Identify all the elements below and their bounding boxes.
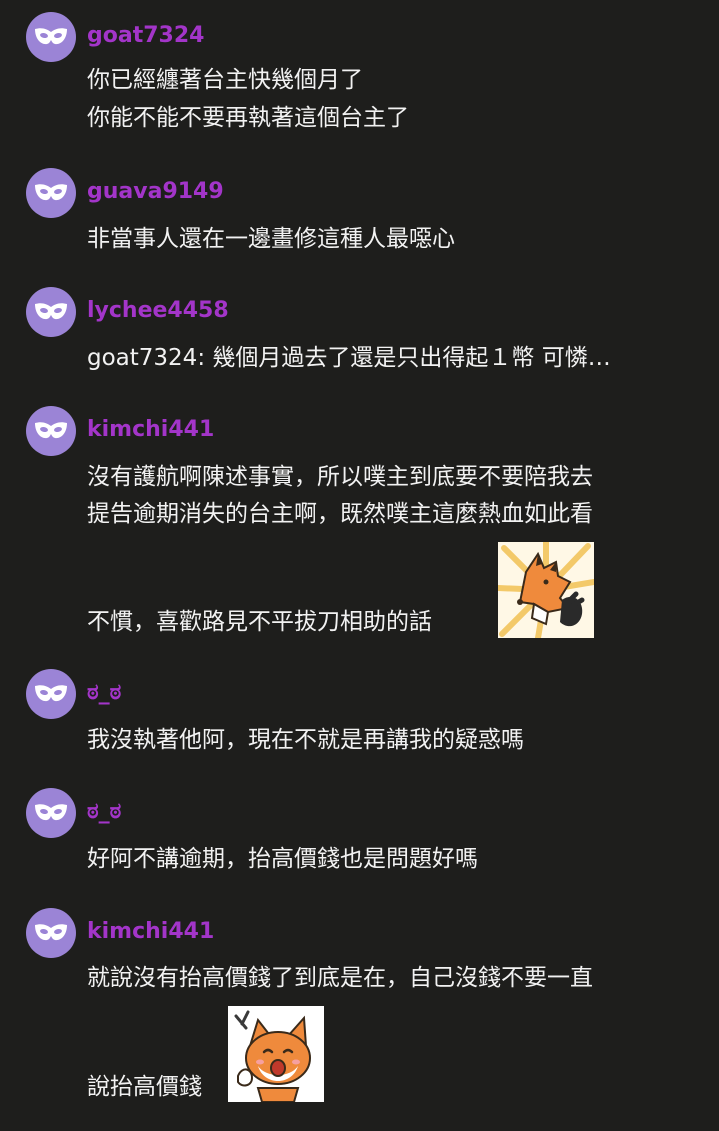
masquerade-mask-icon [35,685,67,702]
comment-text-line: 你已經纏著台主快幾個月了 [87,67,363,93]
comment-text-line: 好阿不講逾期，抬高價錢也是問題好嗎 [87,846,478,872]
comment-text-line: 我沒執著他阿，現在不就是再講我的疑惑嗎 [87,727,524,753]
comment-text-line: 沒有護航啊陳述事實，所以噗主到底要不要陪我去 [87,464,593,490]
avatar[interactable] [26,669,76,719]
avatar[interactable] [26,908,76,958]
masquerade-mask-icon [35,28,67,45]
fox-sticker[interactable] [228,1006,324,1102]
avatar[interactable] [26,12,76,62]
comment-text-line: 說抬高價錢 [87,1074,202,1100]
avatar[interactable] [26,168,76,218]
comment-text-line: 提告逾期消失的台主啊，既然噗主這麼熱血如此看 [87,501,593,527]
username[interactable]: goat7324 [87,21,204,51]
masquerade-mask-icon [35,184,67,201]
masquerade-mask-icon [35,303,67,320]
comment-text-line: 你能不能不要再執著這個台主了 [87,105,409,131]
fox-sticker[interactable] [498,542,594,638]
avatar[interactable] [26,788,76,838]
username[interactable]: kimchi441 [87,917,214,947]
fox-sticker-icon [228,1006,324,1102]
username[interactable]: guava9149 [87,177,224,207]
masquerade-mask-icon [35,422,67,439]
fox-sticker-icon [498,542,594,638]
avatar[interactable] [26,287,76,337]
username[interactable]: lychee4458 [87,296,229,326]
comment-text-line: 就說沒有抬高價錢了到底是在，自己沒錢不要一直 [87,965,593,991]
username[interactable]: ಠ_ಠ [87,797,121,827]
comment-text-line: 不慣，喜歡路見不平拔刀相助的話 [87,609,432,635]
masquerade-mask-icon [35,804,67,821]
username[interactable]: kimchi441 [87,415,214,445]
avatar[interactable] [26,406,76,456]
username[interactable]: ಠ_ಠ [87,678,121,708]
comment-text-line: goat7324: 幾個月過去了還是只出得起１幣 可憐… [87,345,611,371]
masquerade-mask-icon [35,924,67,941]
comment-text-line: 非當事人還在一邊畫修這種人最噁心 [87,226,455,252]
